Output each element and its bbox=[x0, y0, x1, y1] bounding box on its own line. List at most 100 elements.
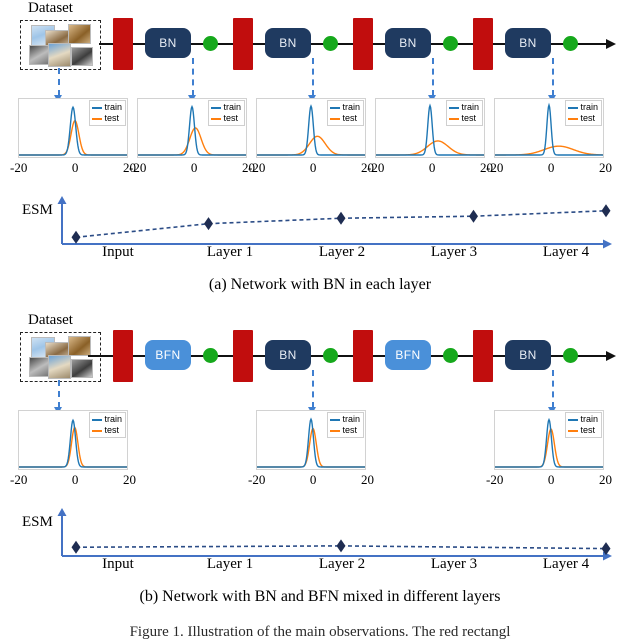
legend-swatch-test bbox=[92, 117, 103, 120]
axis-tick-label: 20 bbox=[599, 472, 612, 487]
activation-dot bbox=[443, 348, 458, 363]
axis-tick-label: 0 bbox=[71, 472, 79, 487]
distribution-legend: train test bbox=[327, 100, 364, 126]
activation-dot bbox=[323, 36, 338, 51]
test-curve bbox=[495, 145, 603, 156]
legend-label-train: train bbox=[104, 414, 122, 424]
esm-y-axis-arrow-icon bbox=[57, 508, 67, 516]
conv-block bbox=[473, 330, 493, 382]
norm-block-label: BFN bbox=[395, 348, 421, 362]
legend-swatch-test bbox=[449, 117, 460, 120]
axis-tick-label: -20 bbox=[486, 160, 504, 175]
esm-tick-label: Input bbox=[102, 244, 134, 260]
legend-entry-test: test bbox=[568, 425, 598, 436]
panel-a: Dataset BN BN BN BN train test -20 0 20 … bbox=[0, 0, 640, 300]
esm-series-line bbox=[340, 215, 474, 220]
esm-chart-a: ESM Input Layer 1 Layer 2 Layer 3 Layer … bbox=[0, 192, 640, 272]
conv-block bbox=[233, 330, 253, 382]
legend-swatch-train bbox=[211, 106, 222, 109]
axis-tick-label: 20 bbox=[123, 472, 136, 487]
test-curve bbox=[257, 135, 365, 156]
legend-label-train: train bbox=[342, 102, 360, 112]
distribution-x-axis-labels: -20 0 20 bbox=[486, 160, 612, 176]
axis-tick-label: 0 bbox=[71, 160, 79, 175]
esm-series-line bbox=[340, 545, 607, 550]
norm-block-bn: BN bbox=[505, 28, 551, 58]
esm-series-line bbox=[75, 222, 209, 239]
legend-swatch-train bbox=[92, 418, 103, 421]
norm-block-label: BN bbox=[519, 36, 537, 50]
esm-series-line bbox=[473, 209, 607, 217]
legend-entry-train: train bbox=[92, 414, 122, 425]
esm-x-tick-labels: Input Layer 1 Layer 2 Layer 3 Layer 4 bbox=[62, 556, 622, 573]
legend-entry-train: train bbox=[330, 414, 360, 425]
legend-swatch-train bbox=[449, 106, 460, 109]
norm-block-label: BN bbox=[519, 348, 537, 362]
distribution-x-axis-labels: -20 0 20 bbox=[486, 472, 612, 488]
legend-entry-train: train bbox=[92, 102, 122, 113]
norm-block-bn: BN bbox=[385, 28, 431, 58]
legend-label-train: train bbox=[580, 414, 598, 424]
distribution-legend: train test bbox=[565, 100, 602, 126]
connector-line bbox=[552, 58, 554, 96]
legend-entry-test: test bbox=[330, 425, 360, 436]
esm-data-point bbox=[71, 540, 81, 554]
esm-tick-label: Input bbox=[102, 556, 134, 572]
activation-dot bbox=[563, 348, 578, 363]
esm-series-line bbox=[208, 217, 342, 225]
norm-block-bfn: BFN bbox=[145, 340, 191, 370]
norm-block-label: BN bbox=[159, 36, 177, 50]
network-pipeline-b: BFN BN BFN BN bbox=[0, 312, 640, 392]
conv-block bbox=[113, 330, 133, 382]
activation-dot bbox=[323, 348, 338, 363]
legend-label-test: test bbox=[580, 425, 595, 435]
distribution-plot: train test bbox=[256, 410, 366, 470]
activation-dot bbox=[443, 36, 458, 51]
axis-tick-label: 0 bbox=[309, 472, 317, 487]
axis-tick-label: -20 bbox=[10, 472, 28, 487]
pipeline-arrow-icon bbox=[606, 351, 616, 361]
distribution-legend: train test bbox=[565, 412, 602, 438]
conv-block bbox=[353, 330, 373, 382]
connector-line bbox=[432, 58, 434, 96]
esm-data-point bbox=[469, 209, 478, 223]
network-pipeline-a: BN BN BN BN bbox=[0, 0, 640, 80]
norm-block-label: BN bbox=[399, 36, 417, 50]
legend-swatch-test bbox=[330, 117, 341, 120]
legend-swatch-train bbox=[568, 418, 579, 421]
activation-dot bbox=[563, 36, 578, 51]
legend-swatch-train bbox=[330, 418, 341, 421]
legend-swatch-test bbox=[568, 429, 579, 432]
distribution-x-axis-labels: -20 0 20 bbox=[367, 160, 493, 176]
norm-block-bn: BN bbox=[505, 340, 551, 370]
legend-entry-test: test bbox=[92, 113, 122, 124]
figure-bottom-caption: Figure 1. Illustration of the main obser… bbox=[129, 624, 511, 640]
distribution-legend: train test bbox=[208, 100, 245, 126]
connector-line bbox=[552, 370, 554, 408]
axis-tick-label: 0 bbox=[428, 160, 436, 175]
panel-b: Dataset BFN BN BFN BN train test -20 0 2… bbox=[0, 312, 640, 612]
esm-tick-label: Layer 4 bbox=[542, 244, 590, 260]
legend-entry-train: train bbox=[330, 102, 360, 113]
legend-entry-test: test bbox=[449, 113, 479, 124]
axis-tick-label: -20 bbox=[10, 160, 28, 175]
conv-block bbox=[353, 18, 373, 70]
legend-swatch-test bbox=[211, 117, 222, 120]
legend-label-train: train bbox=[342, 414, 360, 424]
connector-line bbox=[312, 58, 314, 96]
esm-data-point bbox=[71, 230, 81, 244]
esm-tick-label: Layer 3 bbox=[430, 244, 478, 260]
activation-dot bbox=[203, 36, 218, 51]
legend-entry-test: test bbox=[330, 113, 360, 124]
legend-swatch-train bbox=[330, 106, 341, 109]
panel-a-caption: (a) Network with BN in each layer bbox=[208, 276, 432, 293]
distribution-x-axis-labels: -20 0 20 bbox=[248, 472, 374, 488]
legend-label-test: test bbox=[342, 425, 357, 435]
esm-series-line bbox=[75, 545, 342, 549]
axis-tick-label: -20 bbox=[367, 160, 385, 175]
axis-tick-label: -20 bbox=[248, 160, 266, 175]
connector-line bbox=[58, 380, 60, 408]
legend-entry-test: test bbox=[211, 113, 241, 124]
legend-swatch-test bbox=[568, 117, 579, 120]
legend-label-test: test bbox=[223, 113, 238, 123]
